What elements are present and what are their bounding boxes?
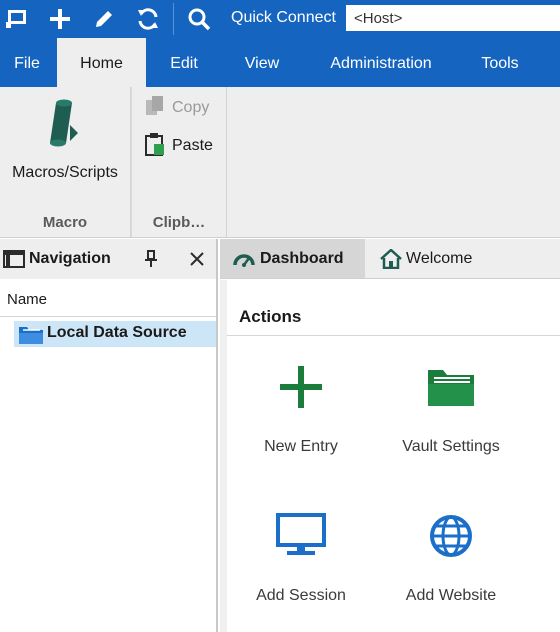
paste-button[interactable]: Paste — [144, 132, 213, 161]
folder-icon — [426, 364, 476, 414]
copy-label: Copy — [172, 99, 210, 116]
plus-icon — [278, 364, 324, 414]
folder-icon — [18, 324, 44, 349]
tab-file[interactable]: File — [0, 38, 54, 87]
macros-scripts-label: Macros/Scripts — [12, 164, 118, 181]
add-icon[interactable] — [45, 4, 75, 34]
ribbon-tab-bar: File Home Edit View Administration Tools — [0, 38, 560, 87]
tab-dashboard-label: Dashboard — [260, 249, 344, 267]
tree-item-local-data-source[interactable]: Local Data Source — [0, 319, 216, 349]
macro-group-label: Macro — [42, 214, 88, 231]
document-tab-bar: Dashboard Welcome — [220, 239, 560, 279]
window-icon — [3, 250, 25, 272]
paste-label: Paste — [172, 137, 213, 154]
vault-settings-action[interactable]: Vault Settings — [376, 368, 526, 488]
home-icon — [380, 248, 402, 269]
vault-settings-label: Vault Settings — [402, 438, 500, 455]
clipboard-group: Copy Paste Clipb… — [131, 87, 227, 237]
dashboard-icon — [233, 250, 255, 268]
script-scroll-icon — [44, 99, 84, 153]
toolbar-separator — [173, 3, 174, 35]
tab-welcome[interactable]: Welcome — [368, 239, 488, 278]
copy-icon — [144, 95, 166, 122]
tab-administration[interactable]: Administration — [312, 38, 450, 87]
macros-scripts-button[interactable]: Macros/Scripts — [0, 91, 130, 191]
tab-home[interactable]: Home — [57, 38, 146, 87]
name-column-header[interactable]: Name — [0, 283, 216, 317]
add-website-label: Add Website — [405, 587, 497, 604]
macro-group: Macros/Scripts Macro — [0, 87, 131, 237]
navigation-header: Navigation — [0, 239, 216, 279]
quick-access-bar: Quick Connect — [0, 0, 560, 38]
paste-icon — [144, 132, 166, 161]
section-divider — [227, 335, 560, 336]
copy-button[interactable]: Copy — [144, 95, 209, 121]
search-icon[interactable] — [184, 4, 214, 34]
tab-edit[interactable]: Edit — [152, 38, 216, 87]
globe-icon — [428, 513, 474, 563]
tab-tools[interactable]: Tools — [466, 38, 534, 87]
new-entry-action[interactable]: New Entry — [226, 366, 376, 488]
host-input[interactable] — [346, 5, 560, 31]
add-session-action[interactable]: Add Session — [226, 513, 376, 632]
add-session-label: Add Session — [256, 587, 346, 604]
new-entry-label: New Entry — [264, 438, 338, 455]
tab-dashboard[interactable]: Dashboard — [220, 239, 365, 278]
edit-icon[interactable] — [89, 4, 119, 34]
close-icon[interactable] — [189, 251, 205, 271]
dashboard-content: Actions New Entry Vault Settings Add Ses… — [220, 280, 560, 632]
refresh-icon[interactable] — [133, 4, 163, 34]
actions-section-title: Actions — [239, 307, 302, 326]
tab-view[interactable]: View — [228, 38, 296, 87]
ribbon-panel: Macros/Scripts Macro Copy Paste Clipb… — [0, 87, 560, 238]
navigation-title: Navigation — [29, 250, 111, 267]
navigation-pane: Navigation Name Local Data Source — [0, 239, 218, 632]
monitor-icon — [275, 513, 327, 563]
add-website-action[interactable]: Add Website — [376, 515, 526, 632]
tab-welcome-label: Welcome — [406, 249, 473, 267]
tree-item-label: Local Data Source — [47, 324, 187, 341]
new-session-icon[interactable] — [3, 4, 33, 34]
clipboard-group-label: Clipb… — [152, 214, 206, 231]
pin-icon[interactable] — [144, 250, 158, 272]
quick-connect-label: Quick Connect — [231, 9, 336, 26]
